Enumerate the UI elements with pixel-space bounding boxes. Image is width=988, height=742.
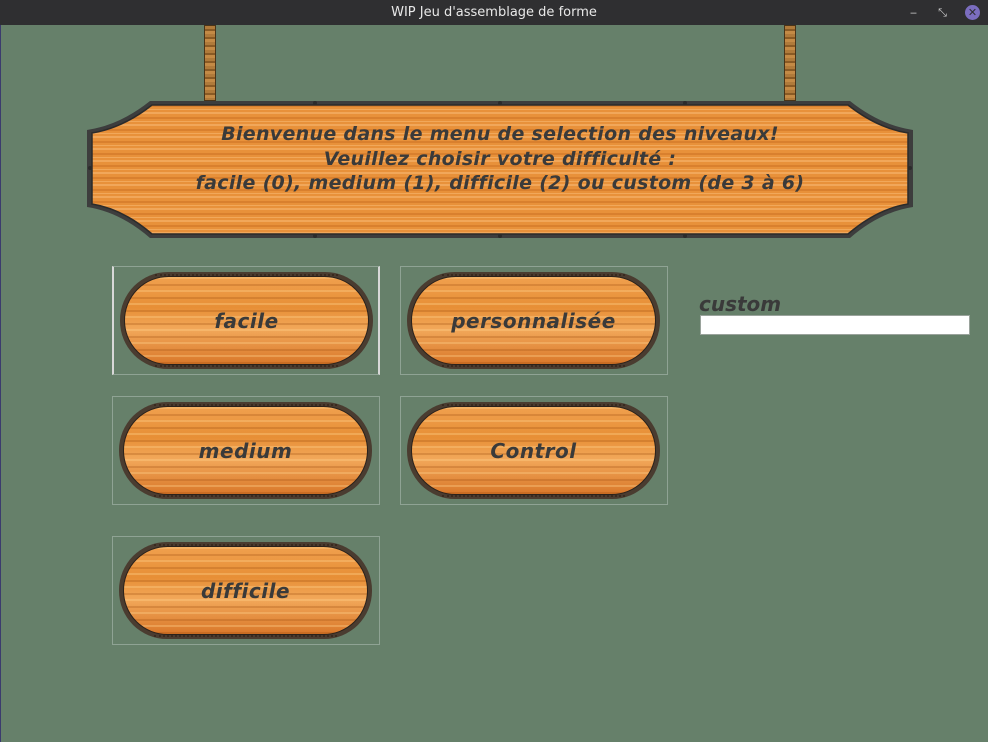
personnalisee-button-label: personnalisée	[451, 308, 616, 333]
personnalisee-button[interactable]: personnalisée	[400, 266, 668, 375]
facile-button-body[interactable]: facile	[120, 272, 373, 369]
welcome-sign: Bienvenue dans le menu de selection des …	[85, 100, 915, 240]
window-titlebar: WIP Jeu d'assemblage de forme ‒ ⤡ ✕	[0, 0, 988, 25]
medium-button[interactable]: medium	[112, 396, 380, 505]
maximize-icon[interactable]: ⤡	[935, 5, 950, 20]
difficile-button-body[interactable]: difficile	[119, 542, 372, 639]
window-title: WIP Jeu d'assemblage de forme	[391, 5, 597, 20]
difficile-button-face[interactable]: difficile	[123, 544, 368, 637]
close-icon[interactable]: ✕	[965, 5, 980, 20]
personnalisee-button-face[interactable]: personnalisée	[411, 274, 656, 367]
sign-rope-left	[204, 25, 216, 101]
custom-level-input[interactable]	[700, 315, 970, 335]
control-button[interactable]: Control	[400, 396, 668, 505]
control-button-body[interactable]: Control	[407, 402, 660, 499]
sign-rope-right	[784, 25, 796, 101]
minimize-icon[interactable]: ‒	[906, 5, 921, 20]
medium-button-face[interactable]: medium	[123, 404, 368, 497]
medium-button-label: medium	[198, 438, 293, 463]
personnalisee-button-body[interactable]: personnalisée	[407, 272, 660, 369]
level-menu: Bienvenue dans le menu de selection des …	[0, 25, 988, 742]
sign-text: Bienvenue dans le menu de selection des …	[85, 122, 915, 196]
sign-line-2: Veuillez choisir votre difficulté :	[323, 147, 677, 170]
sign-line-3: facile (0), medium (1), difficile (2) ou…	[195, 172, 805, 194]
control-button-face[interactable]: Control	[411, 404, 656, 497]
sign-line-1: Bienvenue dans le menu de selection des …	[221, 123, 779, 145]
control-button-label: Control	[490, 438, 577, 463]
custom-label: custom	[699, 292, 782, 316]
difficile-button[interactable]: difficile	[112, 536, 380, 645]
facile-button[interactable]: facile	[112, 266, 380, 375]
difficile-button-label: difficile	[200, 578, 291, 603]
facile-button-face[interactable]: facile	[124, 274, 369, 367]
facile-button-label: facile	[214, 308, 279, 333]
medium-button-body[interactable]: medium	[119, 402, 372, 499]
